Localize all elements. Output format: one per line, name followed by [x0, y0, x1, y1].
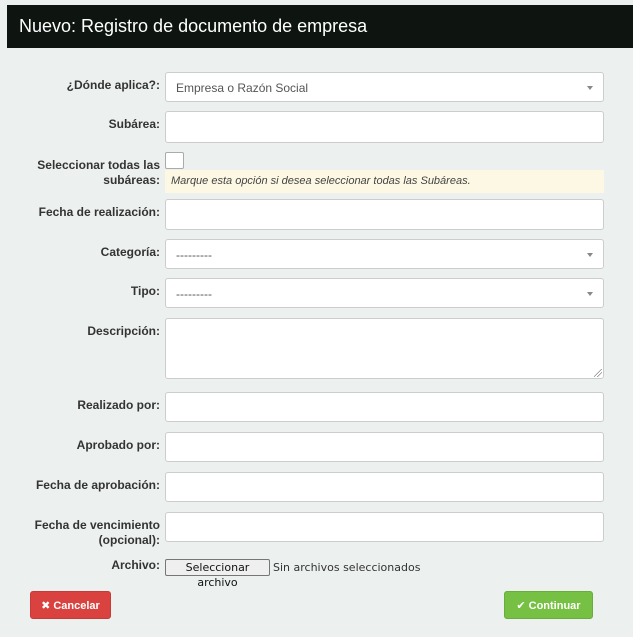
aplica-value: Empresa o Razón Social — [176, 81, 309, 95]
modal-header: Nuevo: Registro de documento de empresa — [7, 5, 633, 48]
descripcion-label: Descripción: — [87, 324, 160, 338]
fecha-aprobacion-label: Fecha de aprobación: — [35, 478, 160, 492]
select-all-help: Marque esta opción si desea seleccionar … — [165, 170, 604, 193]
fecha-vencimiento-label-line2: (opcional): — [98, 533, 160, 547]
aplica-select[interactable]: Empresa o Razón Social — [165, 72, 604, 102]
categoria-label: Categoría: — [100, 245, 160, 259]
resize-handle-icon[interactable] — [594, 369, 602, 377]
cancel-button[interactable]: ✖ Cancelar — [30, 591, 111, 619]
fecha-vencimiento-label-line1: Fecha de vencimiento — [34, 518, 160, 532]
tipo-value: --------- — [176, 287, 212, 301]
select-all-label-line1: Seleccionar todas las — [37, 158, 160, 172]
page-title: Nuevo: Registro de documento de empresa — [19, 16, 368, 36]
aplica-label: ¿Dónde aplica?: — [66, 78, 160, 92]
categoria-select[interactable]: --------- — [165, 239, 604, 269]
aprobado-por-input[interactable] — [165, 432, 604, 462]
fecha-vencimiento-label: Fecha de vencimiento (opcional): — [0, 518, 160, 548]
file-status: Sin archivos seleccionados — [273, 561, 421, 574]
file-select-button[interactable]: Seleccionar archivo — [165, 559, 270, 589]
continue-label: Continuar — [528, 600, 581, 612]
categoria-value: --------- — [176, 248, 212, 262]
select-all-checkbox[interactable] — [165, 152, 184, 169]
tipo-label: Tipo: — [130, 284, 160, 298]
select-all-label: Seleccionar todas las subáreas: — [0, 158, 160, 188]
select-all-label-line2: subáreas: — [103, 173, 160, 187]
subarea-input[interactable] — [165, 111, 604, 143]
close-icon: ✖ — [41, 600, 51, 612]
fecha-aprobacion-input[interactable] — [165, 472, 604, 502]
check-icon: ✔ — [516, 600, 526, 612]
archivo-label: Archivo: — [111, 558, 160, 572]
fecha-realizacion-label: Fecha de realización: — [38, 205, 160, 219]
realizado-por-label: Realizado por: — [77, 398, 160, 412]
continue-button[interactable]: ✔ Continuar — [504, 591, 593, 619]
chevron-down-icon — [587, 86, 593, 90]
aprobado-por-label: Aprobado por: — [76, 438, 160, 452]
descripcion-textarea[interactable] — [165, 318, 604, 379]
chevron-down-icon — [587, 292, 593, 296]
subarea-label: Subárea: — [108, 117, 160, 131]
fecha-realizacion-input[interactable] — [165, 199, 604, 230]
cancel-label: Cancelar — [53, 600, 100, 612]
chevron-down-icon — [587, 253, 593, 257]
fecha-vencimiento-input[interactable] — [165, 512, 604, 542]
tipo-select[interactable]: --------- — [165, 278, 604, 308]
realizado-por-input[interactable] — [165, 392, 604, 422]
